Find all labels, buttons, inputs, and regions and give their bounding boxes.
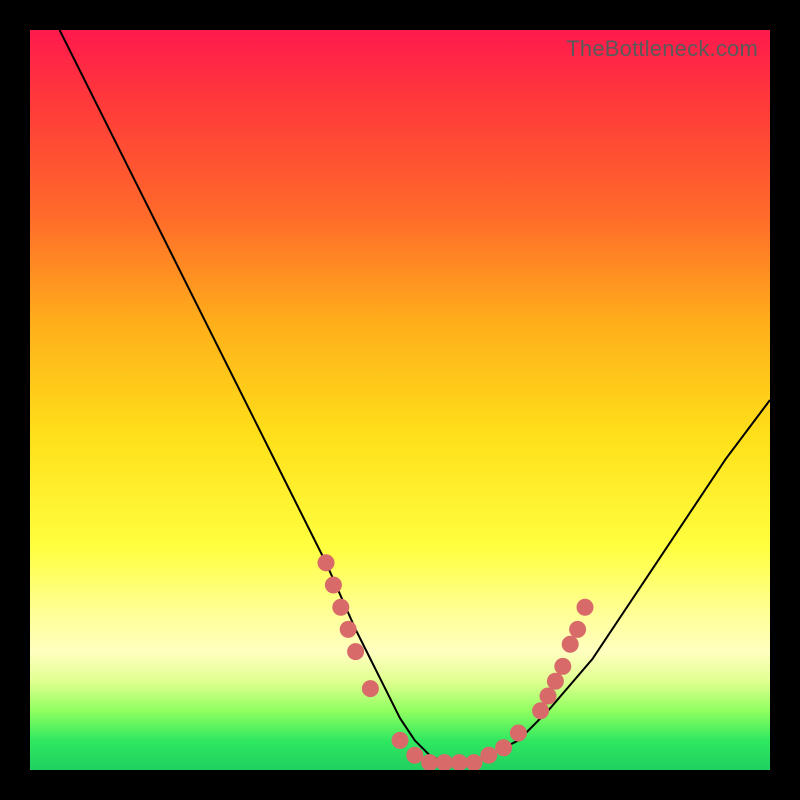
data-marker	[481, 747, 497, 763]
data-marker	[577, 599, 593, 615]
data-marker	[422, 755, 438, 770]
data-marker	[451, 755, 467, 770]
data-marker	[436, 755, 452, 770]
data-marker	[407, 747, 423, 763]
chart-svg	[30, 30, 770, 770]
data-marker	[570, 621, 586, 637]
data-marker	[318, 555, 334, 571]
data-marker	[466, 755, 482, 770]
data-marker	[547, 673, 563, 689]
chart-container: TheBottleneck.com	[0, 0, 800, 800]
data-marker	[348, 644, 364, 660]
data-marker	[555, 658, 571, 674]
data-marker	[392, 732, 408, 748]
data-marker	[496, 740, 512, 756]
data-marker	[533, 703, 549, 719]
data-marker	[362, 681, 378, 697]
data-marker	[333, 599, 349, 615]
data-marker	[562, 636, 578, 652]
data-marker	[510, 725, 526, 741]
plot-area: TheBottleneck.com	[30, 30, 770, 770]
data-marker	[325, 577, 341, 593]
data-marker	[340, 621, 356, 637]
data-marker	[540, 688, 556, 704]
marker-group	[318, 555, 593, 770]
bottleneck-curve-line	[60, 30, 770, 763]
